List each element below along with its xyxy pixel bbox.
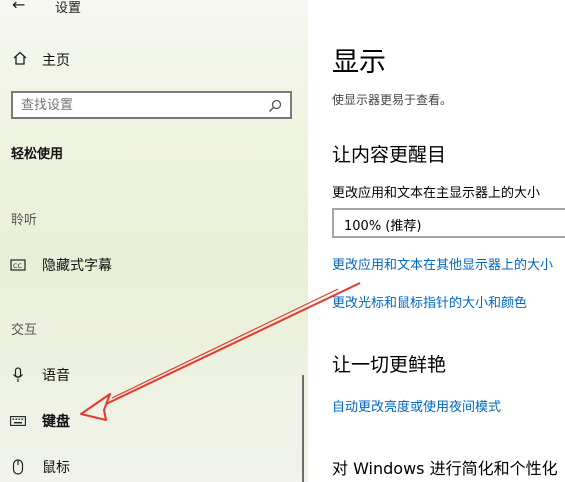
search-box[interactable] <box>11 91 292 119</box>
settings-sidebar: ← 设置 主页 轻松使用 聆听 CC 隐藏式字幕 交互 <box>0 0 308 482</box>
search-icon[interactable] <box>268 98 282 117</box>
scale-dropdown[interactable]: 100% (推荐) <box>332 208 565 238</box>
sidebar-item-label: 语音 <box>42 368 70 384</box>
sidebar-item-label: 隐藏式字幕 <box>42 258 112 274</box>
sidebar-item-closed-captions[interactable]: CC 隐藏式字幕 <box>10 255 112 275</box>
sidebar-item-home[interactable]: 主页 <box>12 50 70 70</box>
home-icon <box>12 50 28 70</box>
sidebar-item-mouse[interactable]: 鼠标 <box>10 457 70 477</box>
back-arrow-icon[interactable]: ← <box>12 0 25 14</box>
keyboard-icon <box>10 416 26 426</box>
brightness-link[interactable]: 自动更改亮度或使用夜间模式 <box>332 396 501 415</box>
sidebar-item-speech[interactable]: 语音 <box>10 365 70 385</box>
section-heading-brighter: 让一切更鲜艳 <box>332 354 447 376</box>
text-size-label: 更改应用和文本在主显示器上的大小 <box>332 186 541 201</box>
section-title: 轻松使用 <box>11 147 64 162</box>
sidebar-item-label: 键盘 <box>42 414 70 430</box>
section-heading-windows: 对 Windows 进行简化和个性化 <box>332 459 558 478</box>
scale-dropdown-value: 100% (推荐) <box>344 219 422 234</box>
main-content: 显示 使显示器更易于查看。 让内容更醒目 更改应用和文本在主显示器上的大小 10… <box>308 0 565 482</box>
sidebar-scrollbar[interactable] <box>302 375 304 482</box>
group-label-interaction: 交互 <box>11 323 38 338</box>
app-title: 设置 <box>55 1 82 16</box>
other-displays-link[interactable]: 更改应用和文本在其他显示器上的大小 <box>332 254 553 273</box>
closed-captions-icon: CC <box>10 259 26 271</box>
search-input[interactable] <box>21 96 261 114</box>
pointer-size-link[interactable]: 更改光标和鼠标指针的大小和颜色 <box>332 292 527 311</box>
microphone-icon <box>10 367 26 383</box>
section-heading-bigger: 让内容更醒目 <box>332 144 447 166</box>
sidebar-item-keyboard[interactable]: 键盘 <box>10 411 70 431</box>
group-label-hearing: 聆听 <box>11 213 38 228</box>
sidebar-item-label: 主页 <box>42 53 70 69</box>
sidebar-item-label: 鼠标 <box>42 460 70 476</box>
page-subtitle: 使显示器更易于查看。 <box>332 93 453 107</box>
svg-text:CC: CC <box>13 262 23 270</box>
page-title: 显示 <box>332 47 386 78</box>
mouse-icon <box>10 459 26 475</box>
